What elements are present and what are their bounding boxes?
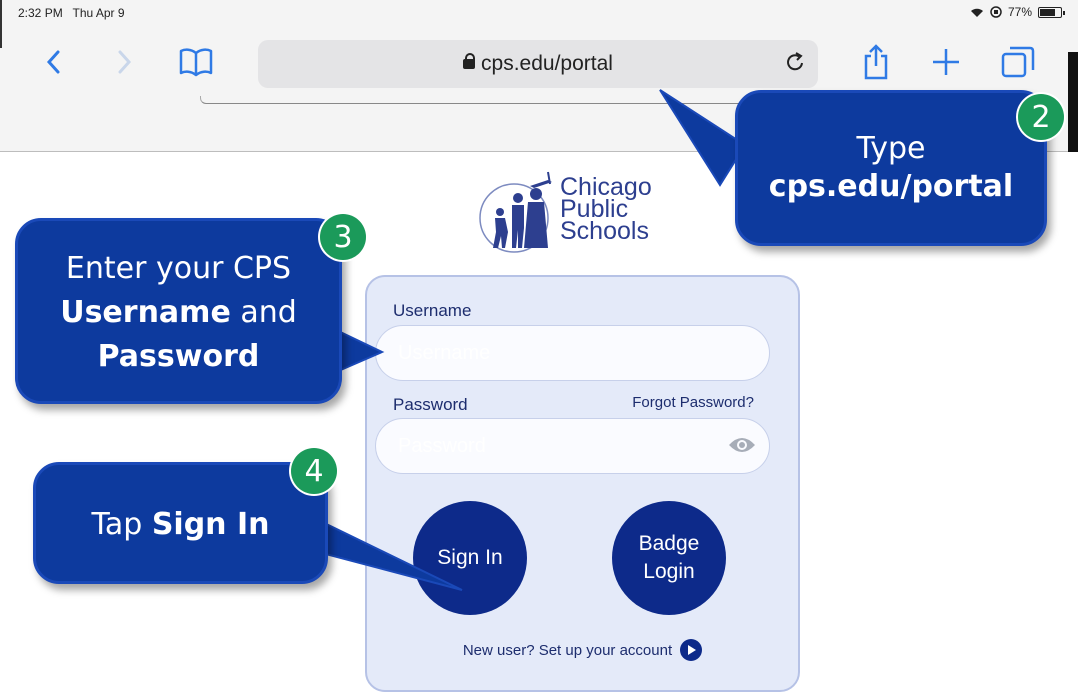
- callout-3-bold-1: Username: [60, 295, 231, 330]
- url-display: cps.edu/portal: [258, 52, 818, 76]
- sign-in-label: Sign In: [437, 546, 503, 569]
- badge-login-button[interactable]: Badge Login: [612, 501, 726, 615]
- status-indicators: 77%: [970, 5, 1065, 19]
- eye-icon: [729, 438, 755, 452]
- callout-step-3: Enter your CPS Username and Password: [15, 218, 342, 404]
- reload-icon: [787, 52, 803, 71]
- show-password-button[interactable]: [727, 435, 757, 461]
- step-2-badge: 2: [1018, 94, 1064, 140]
- callout-3-plain: and: [230, 295, 297, 330]
- login-card: Username Username Password Forgot Passwo…: [365, 275, 800, 692]
- callout-step-4: Tap Sign In: [33, 462, 328, 584]
- username-input[interactable]: Username: [375, 325, 770, 381]
- battery-percent: 77%: [1007, 5, 1032, 19]
- tabs-icon: [1001, 46, 1035, 78]
- toolbar-divider: [200, 96, 740, 104]
- badge-login-line-2: Login: [643, 560, 695, 583]
- chevron-right-icon: [118, 50, 132, 74]
- password-input[interactable]: Password: [375, 418, 770, 474]
- callout-step-2: Type cps.edu/portal: [735, 90, 1047, 246]
- back-button[interactable]: [34, 42, 74, 82]
- callout-2-line-1: Type: [856, 131, 926, 166]
- new-user-text: New user? Set up your account: [462, 641, 673, 659]
- orientation-lock-icon: [990, 6, 1002, 18]
- logo-line-3: Schools: [560, 217, 649, 245]
- username-label: Username: [393, 301, 472, 320]
- battery-icon: [1038, 6, 1065, 18]
- wifi-icon: [970, 8, 983, 17]
- step-3-badge: 3: [320, 214, 366, 260]
- callout-3-line-1: Enter your CPS: [65, 251, 292, 286]
- password-label: Password: [393, 395, 468, 414]
- callout-4-line: Tap Sign In: [36, 505, 325, 545]
- cps-emblem-icon: [479, 171, 552, 253]
- tabs-button[interactable]: [998, 42, 1038, 82]
- logo-text: Chicago Public Schools: [560, 175, 652, 245]
- share-button[interactable]: [856, 42, 896, 82]
- callout-2-line-2: cps.edu/portal: [768, 169, 1014, 204]
- username-placeholder: Username: [398, 341, 491, 364]
- status-time-text: 2:32 PM: [18, 6, 63, 20]
- chevron-left-icon: [46, 50, 60, 74]
- step-4-badge: 4: [291, 448, 337, 494]
- forgot-password-link[interactable]: Forgot Password?: [632, 394, 754, 411]
- callout-4-prefix: Tap: [91, 507, 152, 542]
- share-icon: [864, 44, 888, 80]
- badge-login-line-1: Badge: [638, 532, 700, 555]
- callout-3-line-2: Username and: [18, 291, 339, 335]
- address-bar[interactable]: cps.edu/portal: [258, 40, 818, 88]
- play-arrow-icon: [680, 639, 703, 661]
- cps-logo: Chicago Public Schools: [478, 168, 678, 254]
- status-time: 2:32 PM Thu Apr 9: [18, 6, 125, 20]
- new-tab-button[interactable]: [926, 42, 966, 82]
- callout-3-bold-2: Password: [97, 339, 260, 374]
- url-text: cps.edu/portal: [481, 52, 613, 75]
- book-icon: [179, 48, 213, 77]
- left-edge: [0, 0, 2, 48]
- password-placeholder: Password: [398, 434, 486, 457]
- sign-in-button[interactable]: Sign In: [413, 501, 527, 615]
- plus-icon: [933, 49, 959, 75]
- status-date-text: Thu Apr 9: [72, 6, 125, 20]
- forward-button[interactable]: [104, 42, 144, 82]
- new-user-link[interactable]: New user? Set up your account: [367, 639, 798, 661]
- bookmarks-button[interactable]: [176, 42, 216, 82]
- right-edge: [1068, 52, 1078, 152]
- lock-icon: [463, 53, 476, 69]
- callout-4-bold: Sign In: [151, 507, 270, 542]
- reload-button[interactable]: [784, 50, 806, 79]
